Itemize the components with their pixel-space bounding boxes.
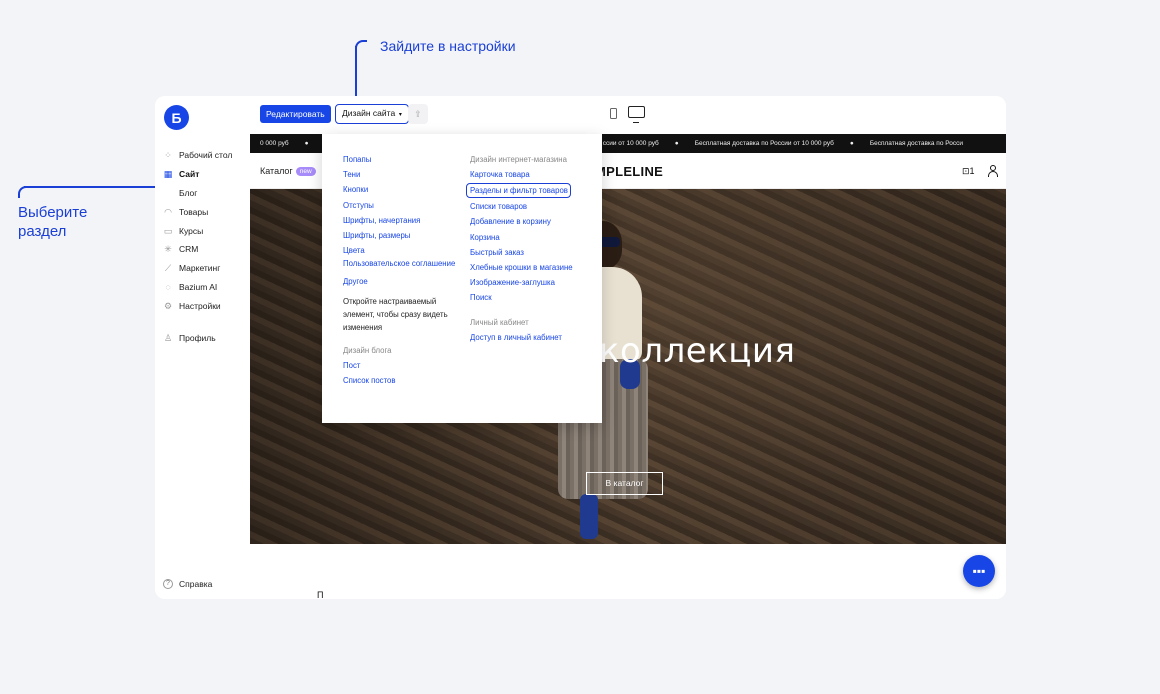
cart-count: 1 [969,166,975,176]
question-icon: ? [163,579,173,589]
menu-item-spacing[interactable]: Отступы [343,198,463,213]
sidebar-item-courses[interactable]: ▭ Курсы [163,221,232,240]
sidebar-item-label: Настройки [179,300,221,311]
menu-item-other[interactable]: Другое [343,274,463,289]
shop-design-heading: Дизайн интернет-магазина [470,155,567,164]
menu-item-quick-order[interactable]: Быстрый заказ [470,245,596,260]
menu-item-shadows[interactable]: Тени [343,167,463,182]
menu-item-cart[interactable]: Корзина [470,230,596,245]
sidebar-nav: ⁘ Рабочий стол ▦ Сайт Блог ◠ Товары ▭ Ку… [163,146,233,347]
mobile-preview-icon[interactable] [610,108,617,119]
sidebar-item-settings[interactable]: ⚙ Настройки [163,296,232,315]
site-design-label: Дизайн сайта [342,108,396,118]
dropdown-column-general: Попапы Тени Кнопки Отступы Шрифты, начер… [343,152,463,389]
ticker-item: Бесплатная доставка по Росси [869,140,964,147]
dropdown-hint: Откройте настраиваемый элемент, чтобы ср… [343,297,448,333]
site-brand[interactable]: MPLELINE [595,164,663,179]
annotation-choose-section-line1: Выберите [18,204,88,221]
menu-item-post-list[interactable]: Список постов [343,373,463,388]
hero-title: коллекция [599,331,796,371]
menu-item-popups[interactable]: Попапы [343,152,463,167]
sidebar-item-products[interactable]: ◠ Товары [163,202,232,221]
content-below-hero: П [250,544,1006,599]
menu-item-post[interactable]: Пост [343,358,463,373]
site-design-button[interactable]: Дизайн сайта ▾ [335,104,409,124]
menu-item-shop-breadcrumbs[interactable]: Хлебные крошки в магазине [470,260,596,275]
sidebar-item-marketing[interactable]: ⟋ Маркетинг [163,259,232,278]
menu-item-buttons[interactable]: Кнопки [343,182,463,197]
dropdown-column-shop: Дизайн интернет-магазина Карточка товара… [466,152,596,345]
sidebar-item-site[interactable]: ▦ Сайт [163,165,232,184]
sidebar-item-label: Товары [179,206,209,217]
help-label: Справка [179,579,213,589]
sidebar-item-label: Блог [179,187,198,198]
menu-item-font-sizes[interactable]: Шрифты, размеры [343,228,463,243]
sidebar-item-label: Сайт [179,169,200,180]
menu-item-placeholder-image[interactable]: Изображение-заглушка [470,275,596,290]
crm-icon: ✳ [164,244,172,255]
sidebar-item-blog[interactable]: Блог [163,184,232,203]
app-logo[interactable]: Б [164,105,189,130]
menu-item-product-lists[interactable]: Списки товаров [470,199,596,214]
sidebar-item-label: Профиль [179,332,216,343]
ai-icon: ◌ [165,281,171,292]
sidebar-item-bazium-ai[interactable]: ◌ Bazium AI [163,278,232,297]
share-icon[interactable]: ⇪ [408,104,428,124]
menu-item-sections-filter[interactable]: Разделы и фильтр товаров [466,183,571,199]
menu-item-colors[interactable]: Цвета [343,243,463,258]
menu-item-font-styles[interactable]: Шрифты, начертания [343,213,463,228]
sidebar-item-label: Курсы [179,225,204,236]
catalog-menu[interactable]: Каталог new [260,166,316,176]
annotation-go-to-settings: Зайдите в настройки [380,38,516,54]
sidebar-item-dashboard[interactable]: ⁘ Рабочий стол [163,146,232,165]
sidebar-item-label: Маркетинг [179,263,221,274]
desktop-preview-icon[interactable] [628,106,645,123]
layout-icon: ▦ [163,169,173,180]
account-icon[interactable] [988,165,998,177]
annotation-choose-section: Выберите раздел [18,203,87,241]
sidebar-item-label: Bazium AI [179,281,218,292]
user-icon: ♙ [163,332,173,343]
new-badge: new [295,167,316,176]
menu-item-product-card[interactable]: Карточка товара [470,167,596,182]
sidebar: Б ⁘ Рабочий стол ▦ Сайт Блог ◠ Товары ▭ … [155,96,250,599]
editor-toolbar: Редактировать Дизайн сайта ▾ ⇪ [250,96,1006,134]
menu-item-account-access[interactable]: Доступ в личный кабинет [470,330,596,345]
sidebar-item-profile[interactable]: ♙ Профиль [163,328,232,347]
cart-icon: ⊡ [962,166,970,176]
site-design-dropdown: Попапы Тени Кнопки Отступы Шрифты, начер… [322,134,602,423]
to-catalog-button[interactable]: В каталог [586,472,663,495]
section-heading-partial: П [317,590,324,599]
cart-button[interactable]: ⊡1 [962,166,975,177]
gear-icon: ⚙ [163,300,173,311]
edit-button[interactable]: Редактировать [260,105,331,123]
bag-icon: ◠ [164,206,172,217]
menu-item-add-to-cart[interactable]: Добавление в корзину [470,214,596,229]
menu-item-search[interactable]: Поиск [470,290,596,305]
ticker-item: Бесплатная доставка по России от 10 000 … [694,140,834,147]
chat-icon[interactable]: ▪▪▪ [963,555,995,587]
sidebar-item-label: CRM [179,244,199,255]
blog-design-heading: Дизайн блога [343,346,392,356]
ticker-item: ссии от 10 000 руб [602,140,659,147]
sidebar-item-crm[interactable]: ✳ CRM [163,240,232,259]
book-icon: ▭ [163,225,173,236]
menu-item-user-agreement[interactable]: Пользовательское соглашение [343,258,463,271]
sidebar-item-label: Рабочий стол [179,150,233,161]
catalog-label: Каталог [260,166,293,176]
sidebar-item-help[interactable]: ? Справка [163,579,212,589]
chart-icon: ⟋ [164,263,172,274]
account-heading: Личный кабинет [470,317,529,327]
ticker-item: 0 000 руб [260,140,289,147]
grid-icon: ⁘ [164,150,172,161]
chevron-down-icon: ▾ [397,112,402,118]
annotation-choose-section-line2: раздел [18,223,67,240]
